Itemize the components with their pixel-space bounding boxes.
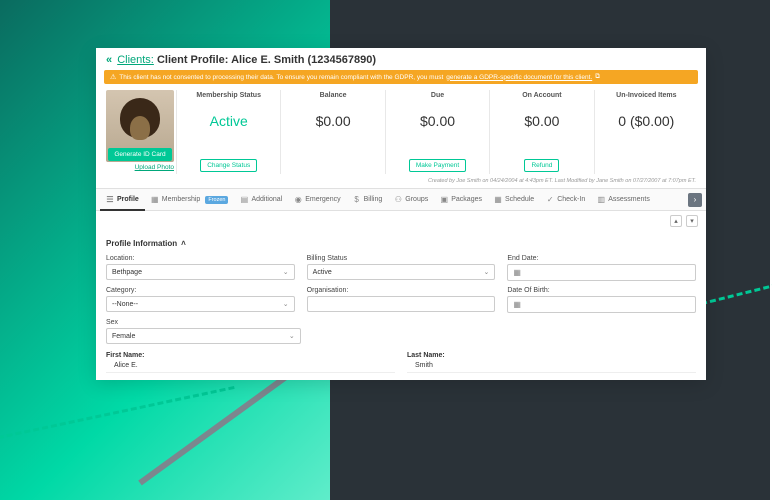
summary-row: Generate ID Card Upload Photo Membership… (96, 84, 706, 176)
stat-value: $0.00 (420, 109, 455, 159)
camera-icon: ◉ (294, 196, 302, 204)
collapse-button[interactable]: ▴ (670, 215, 682, 227)
tab-checkin[interactable]: ✓Check-In (540, 190, 591, 210)
card-icon: ▦ (151, 196, 159, 204)
field-dob: Date Of Birth: ▦ (507, 287, 696, 313)
field-billing-status: Billing Status Active⌄ (307, 255, 496, 281)
refund-button[interactable]: Refund (524, 159, 559, 172)
stat-label: Balance (320, 92, 347, 99)
external-icon: ⧉ (595, 73, 600, 81)
groups-icon: ⚇ (394, 196, 402, 204)
change-status-button[interactable]: Change Status (200, 159, 257, 172)
stat-label: Un-Invoiced Items (616, 92, 676, 99)
sex-select[interactable]: Female⌄ (106, 328, 301, 344)
gdpr-link[interactable]: generate a GDPR-specific document for th… (446, 74, 592, 81)
profile-section: Profile Information ˄ Location: Bethpage… (96, 231, 706, 380)
chevron-down-icon: ⌄ (289, 332, 295, 340)
section-toolbar: ▴ ▾ (96, 211, 706, 231)
organisation-input[interactable] (307, 296, 496, 312)
frozen-badge: Frozen (205, 196, 228, 204)
breadcrumb-clients[interactable]: Clients: (117, 54, 154, 66)
tab-membership[interactable]: ▦MembershipFrozen (145, 190, 235, 210)
field-organisation: Organisation: (307, 287, 496, 313)
package-icon: ▣ (440, 196, 448, 204)
stat-value: Active (210, 109, 248, 159)
tabs-next-button[interactable]: › (688, 193, 702, 207)
expand-button[interactable]: ▾ (686, 215, 698, 227)
chevron-up-icon: ˄ (181, 239, 186, 248)
calendar-icon: ▦ (494, 196, 502, 204)
chevron-down-icon: ⌄ (483, 268, 489, 276)
billing-status-select[interactable]: Active⌄ (307, 264, 496, 280)
calendar-icon: ▦ (513, 300, 521, 309)
field-last-name: Last Name: Smith (407, 350, 696, 373)
upload-photo-link[interactable]: Upload Photo (135, 164, 174, 171)
tab-schedule[interactable]: ▦Schedule (488, 190, 540, 210)
section-header[interactable]: Profile Information ˄ (106, 235, 696, 252)
generate-id-button[interactable]: Generate ID Card (108, 148, 171, 161)
stat-label: Due (431, 92, 444, 99)
stat-due: Due $0.00 Make Payment (385, 90, 489, 174)
field-first-name: First Name: Alice E. (106, 350, 395, 373)
calendar-icon: ▦ (513, 268, 521, 277)
check-icon: ✓ (546, 196, 554, 204)
user-icon: ☰ (106, 195, 114, 203)
tab-billing[interactable]: $Billing (347, 190, 389, 210)
stat-value: $0.00 (316, 109, 351, 172)
field-category: Category: --None--⌄ (106, 287, 295, 313)
info-icon: ▤ (240, 196, 248, 204)
stat-value: 0 ($0.00) (618, 109, 674, 172)
stat-on-account: On Account $0.00 Refund (489, 90, 593, 174)
tab-assessments[interactable]: ▥Assessments (591, 190, 656, 210)
assess-icon: ▥ (597, 196, 605, 204)
stat-label: On Account (522, 92, 561, 99)
location-select[interactable]: Bethpage⌄ (106, 264, 295, 280)
end-date-input[interactable]: ▦ (507, 264, 696, 281)
tab-emergency[interactable]: ◉Emergency (288, 190, 346, 210)
chevron-down-icon: ⌄ (283, 268, 289, 276)
app-window: « Clients: Client Profile: Alice E. Smit… (96, 48, 706, 380)
stat-uninvoiced: Un-Invoiced Items 0 ($0.00) (594, 90, 698, 174)
warning-icon: ⚠ (110, 73, 116, 81)
first-name-value[interactable]: Alice E. (106, 359, 395, 373)
tab-packages[interactable]: ▣Packages (434, 190, 488, 210)
stat-label: Membership Status (196, 92, 261, 99)
tab-additional[interactable]: ▤Additional (234, 190, 288, 210)
photo-column: Generate ID Card Upload Photo (104, 90, 176, 174)
stat-membership: Membership Status Active Change Status (176, 90, 280, 174)
field-location: Location: Bethpage⌄ (106, 255, 295, 281)
tab-groups[interactable]: ⚇Groups (388, 190, 434, 210)
dollar-icon: $ (353, 196, 361, 204)
make-payment-button[interactable]: Make Payment (409, 159, 466, 172)
gdpr-banner: ⚠ This client has not consented to proce… (104, 70, 698, 84)
dob-input[interactable]: ▦ (507, 296, 696, 313)
audit-text: Created by Joe Smith on 04/24/2004 at 4:… (96, 176, 706, 188)
field-sex: Sex Female⌄ (106, 319, 301, 344)
field-end-date: End Date: ▦ (507, 255, 696, 281)
last-name-value[interactable]: Smith (407, 359, 696, 373)
tab-bar: ☰Profile ▦MembershipFrozen ▤Additional ◉… (96, 188, 706, 211)
chevron-down-icon: ⌄ (283, 300, 289, 308)
back-chevron-icon[interactable]: « (106, 54, 112, 66)
page-title: Client Profile: Alice E. Smith (12345678… (157, 54, 376, 66)
tab-profile[interactable]: ☰Profile (100, 189, 145, 211)
stat-value: $0.00 (524, 109, 559, 159)
stat-balance: Balance $0.00 (280, 90, 384, 174)
gdpr-text: This client has not consented to process… (119, 74, 443, 81)
page-header: « Clients: Client Profile: Alice E. Smit… (96, 48, 706, 70)
category-select[interactable]: --None--⌄ (106, 296, 295, 312)
